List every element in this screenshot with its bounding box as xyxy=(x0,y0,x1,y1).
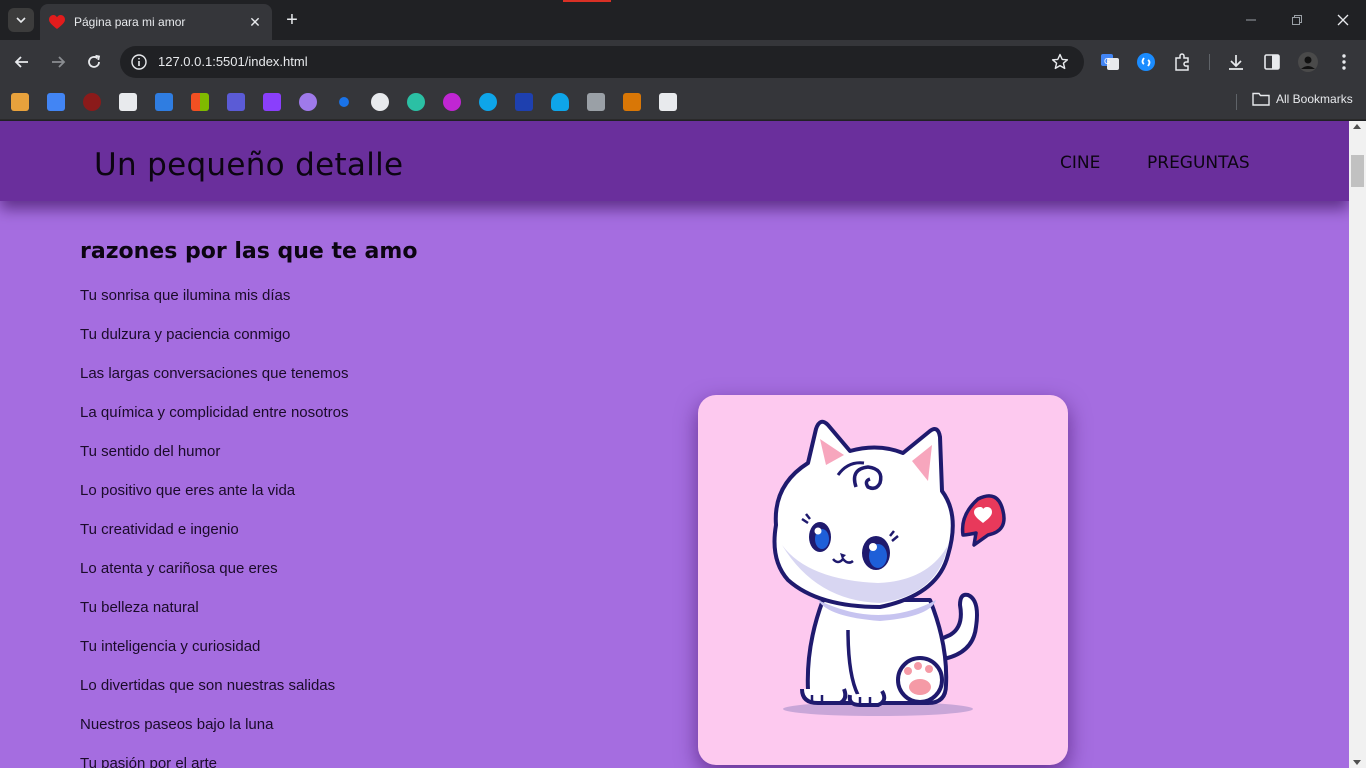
heart-favicon-icon xyxy=(48,13,66,31)
chevron-down-icon xyxy=(16,17,26,24)
restore-icon xyxy=(1292,15,1302,25)
extensions-puzzle-icon[interactable] xyxy=(1172,52,1192,72)
restore-window-button[interactable] xyxy=(1285,8,1309,32)
list-item: Tu inteligencia y curiosidad xyxy=(80,638,261,655)
bookmark-18-icon[interactable] xyxy=(623,93,641,111)
bookmarks-separator xyxy=(1236,94,1237,110)
bookmark-microsoft-icon[interactable] xyxy=(191,93,209,111)
forward-button[interactable] xyxy=(46,50,70,74)
svg-text:G: G xyxy=(1104,57,1110,66)
bookmark-search-icon[interactable] xyxy=(339,97,349,107)
arrow-left-icon xyxy=(14,56,28,68)
scroll-up-arrow-icon[interactable] xyxy=(1353,124,1361,129)
bookmark-onedrive-icon[interactable] xyxy=(551,93,569,111)
list-item: Tu sonrisa que ilumina mis días xyxy=(80,287,291,304)
reasons-list: Tu sonrisa que ilumina mis días Tu dulzu… xyxy=(80,287,349,768)
all-bookmarks-button[interactable]: All Bookmarks xyxy=(1252,92,1353,106)
reload-icon xyxy=(88,54,101,68)
minimize-window-button[interactable] xyxy=(1239,8,1263,32)
bookmark-5-icon[interactable] xyxy=(155,93,173,111)
bookmark-14-icon[interactable] xyxy=(479,93,497,111)
google-translate-extension-icon[interactable]: G xyxy=(1100,52,1120,72)
back-button[interactable] xyxy=(10,50,34,74)
bookmark-translate-icon[interactable] xyxy=(47,93,65,111)
bookmark-3-icon[interactable] xyxy=(83,93,101,111)
site-info-icon[interactable] xyxy=(128,51,150,73)
site-title: Un pequeño detalle xyxy=(94,147,404,183)
bookmark-7-icon[interactable] xyxy=(227,93,245,111)
bookmark-1-icon[interactable] xyxy=(11,93,29,111)
page-viewport: Un pequeño detalle CINE PREGUNTAS razone… xyxy=(0,121,1349,768)
address-bar[interactable]: 127.0.0.1:5501/index.html xyxy=(120,46,1084,78)
list-item: Lo atenta y cariñosa que eres xyxy=(80,560,278,577)
tab-title: Página para mi amor xyxy=(74,15,186,29)
list-item: La química y complicidad entre nosotros xyxy=(80,404,349,421)
close-icon xyxy=(1337,14,1349,26)
kitten-illustration xyxy=(772,419,1006,716)
bookmark-17-icon[interactable] xyxy=(587,93,605,111)
list-item: Tu creatividad e ingenio xyxy=(80,521,239,538)
profile-avatar[interactable] xyxy=(1298,52,1318,72)
browser-toolbar: 127.0.0.1:5501/index.html G xyxy=(0,40,1366,84)
bookmark-12-icon[interactable] xyxy=(407,93,425,111)
nav-link-cine[interactable]: CINE xyxy=(1060,153,1100,173)
bookmark-15-icon[interactable] xyxy=(515,93,533,111)
bookmark-4-icon[interactable] xyxy=(119,93,137,111)
folder-icon xyxy=(1252,92,1270,106)
list-item: Tu sentido del humor xyxy=(80,443,221,460)
section-heading: razones por las que te amo xyxy=(80,239,418,264)
download-icon[interactable] xyxy=(1226,52,1246,72)
scrollbar-thumb[interactable] xyxy=(1351,155,1364,187)
url-text[interactable]: 127.0.0.1:5501/index.html xyxy=(158,54,308,69)
toolbar-separator xyxy=(1209,54,1210,70)
nav-link-preguntas[interactable]: PREGUNTAS xyxy=(1147,153,1250,173)
site-header: Un pequeño detalle CINE PREGUNTAS xyxy=(0,121,1349,201)
list-item: Tu belleza natural xyxy=(80,599,199,616)
recording-indicator xyxy=(563,0,611,2)
list-item: Las largas conversaciones que tenemos xyxy=(80,365,349,382)
shazam-extension-icon[interactable] xyxy=(1136,52,1156,72)
list-item: Lo divertidas que son nuestras salidas xyxy=(80,677,336,694)
bookmark-11-icon[interactable] xyxy=(371,93,389,111)
tab-close-icon[interactable]: ✕ xyxy=(246,13,264,31)
list-item: Tu pasión por el arte xyxy=(80,755,218,768)
bookmark-speaker-icon[interactable] xyxy=(659,93,677,111)
scroll-down-arrow-icon[interactable] xyxy=(1353,760,1361,765)
new-tab-button[interactable]: + xyxy=(282,10,302,30)
bookmark-13-icon[interactable] xyxy=(443,93,461,111)
reload-button[interactable] xyxy=(82,50,106,74)
kitten-image-card xyxy=(698,395,1068,765)
list-item: Lo positivo que eres ante la vida xyxy=(80,482,296,499)
list-item: Nuestros paseos bajo la luna xyxy=(80,716,274,733)
tab-strip: Página para mi amor ✕ + xyxy=(0,0,1366,40)
browser-menu-icon[interactable] xyxy=(1334,52,1354,72)
arrow-right-icon xyxy=(52,56,66,68)
bookmarks-bar: All Bookmarks xyxy=(0,84,1366,120)
tab-search-button[interactable] xyxy=(8,8,34,32)
close-window-button[interactable] xyxy=(1331,8,1355,32)
bookmark-8-icon[interactable] xyxy=(263,93,281,111)
bookmark-gemini-icon[interactable] xyxy=(299,93,317,111)
page-scrollbar[interactable] xyxy=(1349,121,1366,768)
bookmark-star-icon[interactable] xyxy=(1050,52,1070,72)
all-bookmarks-label: All Bookmarks xyxy=(1276,92,1353,106)
browser-tab-active[interactable]: Página para mi amor ✕ xyxy=(40,4,272,40)
side-panel-icon[interactable] xyxy=(1262,52,1282,72)
minimize-icon xyxy=(1246,19,1256,21)
list-item: Tu dulzura y paciencia conmigo xyxy=(80,326,291,343)
